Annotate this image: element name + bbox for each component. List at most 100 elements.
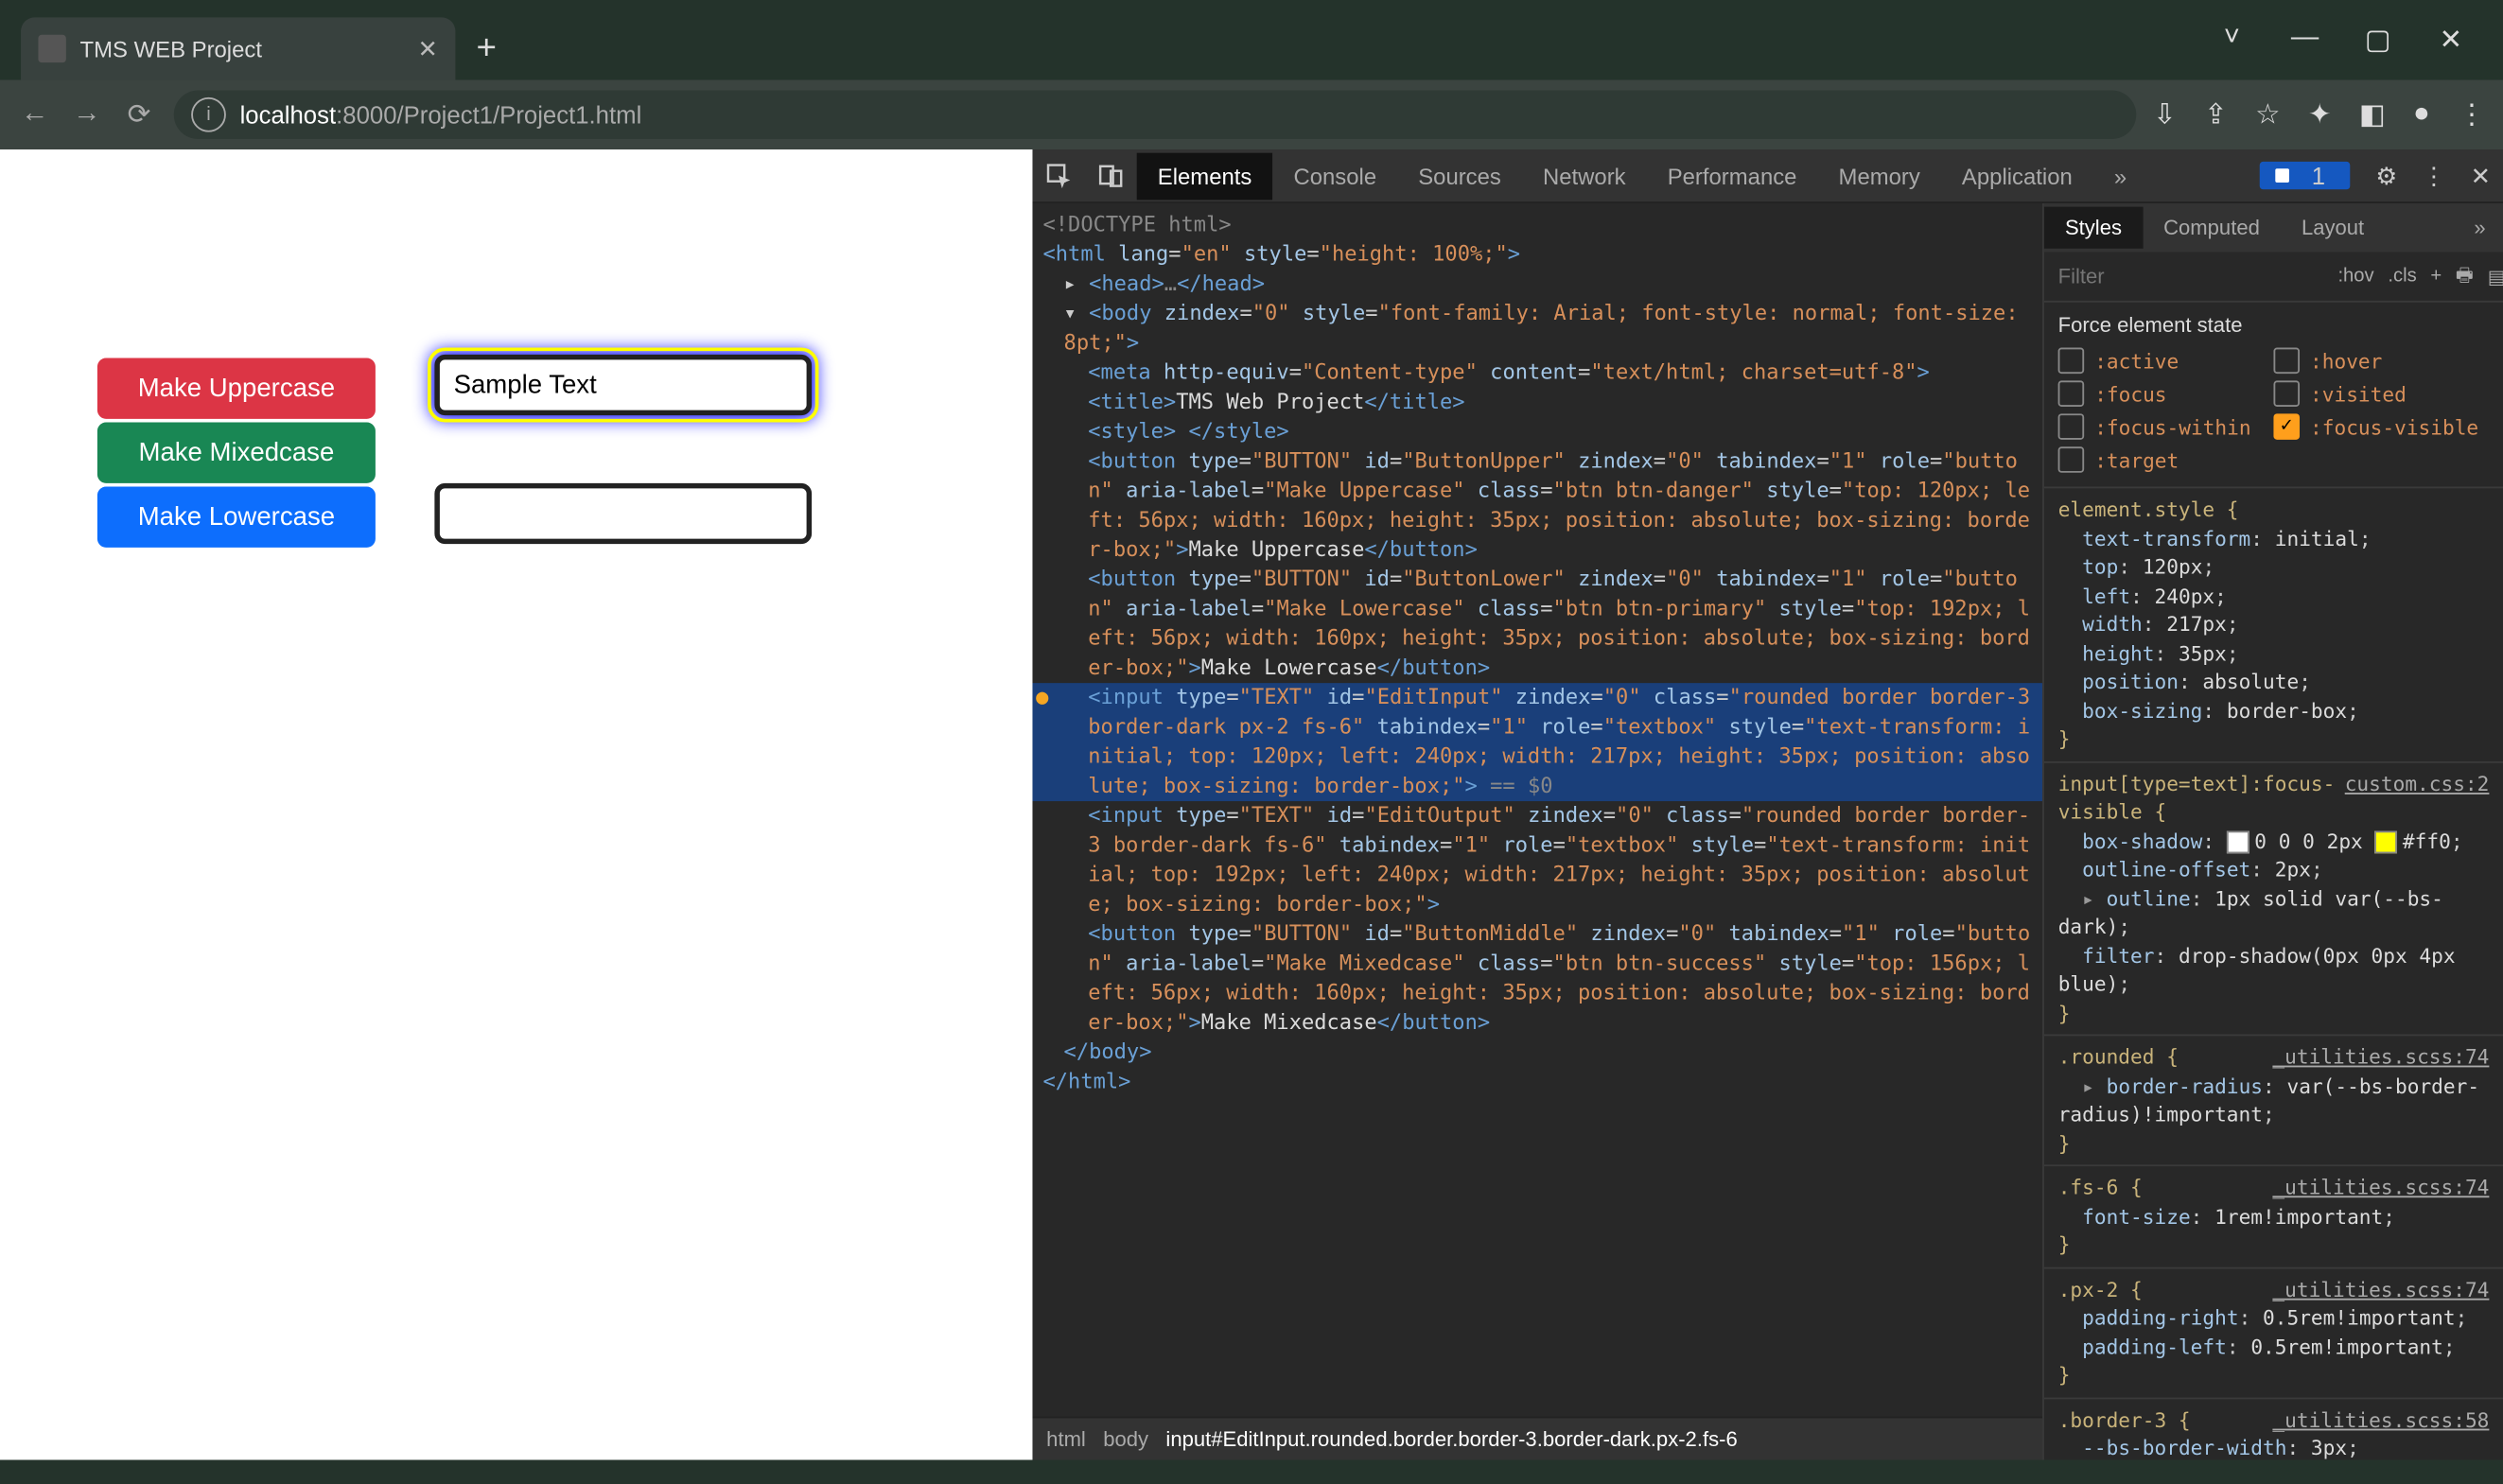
styles-tab-computed[interactable]: Computed <box>2143 207 2281 249</box>
styles-tab-layout[interactable]: Layout <box>2281 207 2385 249</box>
css-rule-block[interactable]: _utilities.scss:74.rounded { border-radi… <box>2044 1036 2503 1166</box>
devtools-tab-more[interactable]: » <box>2093 152 2147 200</box>
dom-node[interactable]: <button type="BUTTON" id="ButtonLower" z… <box>1032 565 2042 683</box>
print-icon[interactable]: 🖶 <box>2456 260 2474 293</box>
favicon-icon <box>38 35 65 62</box>
css-rules[interactable]: element.style { text-transform: initial;… <box>2044 488 2503 1459</box>
pseudo-visited[interactable]: :visited <box>2273 377 2489 410</box>
edit-output-field[interactable] <box>434 483 812 544</box>
pseudo-focus-within[interactable]: :focus-within <box>2058 410 2274 444</box>
minimize-icon[interactable]: — <box>2281 23 2329 58</box>
dom-node[interactable]: <!DOCTYPE html> <box>1032 210 2042 239</box>
cls-chip[interactable]: .cls <box>2388 266 2416 287</box>
inspect-icon[interactable] <box>1032 161 1084 189</box>
dom-node[interactable]: <button type="BUTTON" id="ButtonUpper" z… <box>1032 446 2042 565</box>
css-rule-block[interactable]: _utilities.scss:58.border-3 { --bs-borde… <box>2044 1398 2503 1459</box>
checkbox-icon[interactable] <box>2058 446 2085 473</box>
css-rule-block[interactable]: element.style { text-transform: initial;… <box>2044 488 2503 761</box>
window-controls: ˅ — ▢ ✕ <box>2208 23 2503 58</box>
checkbox-icon[interactable] <box>2058 348 2085 375</box>
dom-node[interactable]: ▸ <head>…</head> <box>1032 270 2042 299</box>
devtools-tab-console[interactable]: Console <box>1272 152 1397 200</box>
css-rule-block[interactable]: _utilities.scss:74.fs-6 { font-size: 1re… <box>2044 1166 2503 1267</box>
rendered-page: Make Uppercase Make Mixedcase Make Lower… <box>0 149 1032 1459</box>
browser-tab[interactable]: TMS WEB Project ✕ <box>21 17 455 79</box>
devtools-tab-network[interactable]: Network <box>1522 152 1647 200</box>
checkbox-icon[interactable] <box>2058 380 2085 407</box>
styles-filter-row: :hov .cls + 🖶 ▤ <box>2044 252 2503 302</box>
url-host: localhost <box>240 101 337 129</box>
install-icon[interactable]: ⇩ <box>2153 97 2177 132</box>
maximize-icon[interactable]: ▢ <box>2354 23 2402 58</box>
edit-input-field[interactable] <box>434 355 812 415</box>
dom-node[interactable]: <input type="TEXT" id="EditOutput" zinde… <box>1032 801 2042 919</box>
site-info-icon[interactable]: i <box>191 97 226 132</box>
browser-titlebar: TMS WEB Project ✕ + ˅ — ▢ ✕ <box>0 0 2503 80</box>
sidepanel-icon[interactable]: ◧ <box>2359 97 2386 132</box>
dom-node[interactable]: <html lang="en" style="height: 100%;"> <box>1032 240 2042 270</box>
devtools-menu-icon[interactable]: ⋮ <box>2409 161 2458 190</box>
pseudo-active[interactable]: :active <box>2058 344 2274 377</box>
devtools-tab-memory[interactable]: Memory <box>1818 152 1941 200</box>
reload-button[interactable]: ⟳ <box>122 97 157 132</box>
device-toggle-icon[interactable] <box>1085 161 1137 189</box>
dom-breadcrumb[interactable]: html body input#EditInput.rounded.border… <box>1032 1417 2042 1460</box>
newrule-chip[interactable]: + <box>2430 266 2442 287</box>
force-state-header: Force element state <box>2058 313 2490 338</box>
css-rule-block[interactable]: _utilities.scss:74.px-2 { padding-right:… <box>2044 1267 2503 1398</box>
dom-node[interactable]: <style> </style> <box>1032 417 2042 446</box>
bookmark-icon[interactable]: ☆ <box>2255 97 2280 132</box>
styles-panel: StylesComputedLayout » :hov .cls + 🖶 ▤ F… <box>2042 203 2503 1460</box>
styles-tabs: StylesComputedLayout » <box>2044 203 2503 252</box>
profile-icon[interactable]: ● <box>2413 99 2430 131</box>
dom-node[interactable]: ▾ <body zindex="0" style="font-family: A… <box>1032 299 2042 358</box>
devtools-tab-sources[interactable]: Sources <box>1397 152 1522 200</box>
dom-node[interactable]: <title>TMS Web Project</title> <box>1032 388 2042 417</box>
checkbox-icon[interactable] <box>2058 413 2085 440</box>
dom-node[interactable]: <button type="BUTTON" id="ButtonMiddle" … <box>1032 919 2042 1038</box>
share-icon[interactable]: ⇪ <box>2204 97 2228 132</box>
back-button[interactable]: ← <box>17 99 52 131</box>
tab-title: TMS WEB Project <box>80 36 262 62</box>
devtools-tab-application[interactable]: Application <box>1941 152 2093 200</box>
close-window-icon[interactable]: ✕ <box>2426 23 2475 58</box>
checkbox-icon[interactable]: ✓ <box>2273 413 2300 440</box>
dom-node[interactable]: </body> <box>1032 1038 2042 1067</box>
pseudo-target[interactable]: :target <box>2058 444 2274 477</box>
styles-filter-input[interactable] <box>2055 262 2331 289</box>
devtools-tabs: ElementsConsoleSourcesNetworkPerformance… <box>1032 149 2503 203</box>
pseudo-hover[interactable]: :hover <box>2273 344 2489 377</box>
devtools-tab-elements[interactable]: Elements <box>1137 152 1273 200</box>
hov-chip[interactable]: :hov <box>2337 266 2373 287</box>
browser-toolbar: ← → ⟳ i localhost:8000/Project1/Project1… <box>0 80 2503 149</box>
forward-button[interactable]: → <box>70 99 105 131</box>
computed-toggle-icon[interactable]: ▤ <box>2488 265 2503 288</box>
make-lowercase-button[interactable]: Make Lowercase <box>97 487 376 548</box>
dom-node[interactable]: <meta http-equiv="Content-type" content=… <box>1032 358 2042 388</box>
make-uppercase-button[interactable]: Make Uppercase <box>97 358 376 419</box>
close-tab-icon[interactable]: ✕ <box>417 34 438 63</box>
force-element-state: Force element state :active:hover:focus:… <box>2044 303 2503 489</box>
new-tab-button[interactable]: + <box>476 28 496 68</box>
devtools-tab-performance[interactable]: Performance <box>1647 152 1818 200</box>
dom-node[interactable]: <input type="TEXT" id="EditInput" zindex… <box>1032 683 2042 801</box>
extensions-icon[interactable]: ✦ <box>2308 97 2332 132</box>
devtools-panel: ElementsConsoleSourcesNetworkPerformance… <box>1032 149 2503 1459</box>
address-bar[interactable]: i localhost:8000/Project1/Project1.html <box>174 91 2136 139</box>
dropdown-icon[interactable]: ˅ <box>2208 23 2256 58</box>
checkbox-icon[interactable] <box>2273 348 2300 375</box>
css-rule-block[interactable]: custom.css:2input[type=text]:focus-visib… <box>2044 762 2503 1036</box>
styles-tabs-more[interactable]: » <box>2457 216 2503 240</box>
url-path: :8000/Project1/Project1.html <box>336 101 641 129</box>
issues-badge[interactable]: 1 <box>2260 162 2350 189</box>
make-mixedcase-button[interactable]: Make Mixedcase <box>97 423 376 483</box>
pseudo-focus-visible[interactable]: ✓:focus-visible <box>2273 410 2489 444</box>
checkbox-icon[interactable] <box>2273 380 2300 407</box>
devtools-settings-icon[interactable]: ⚙ <box>2363 161 2409 190</box>
styles-tab-styles[interactable]: Styles <box>2044 207 2143 249</box>
elements-tree[interactable]: <!DOCTYPE html><html lang="en" style="he… <box>1032 203 2042 1417</box>
dom-node[interactable]: </html> <box>1032 1067 2042 1096</box>
menu-icon[interactable]: ⋮ <box>2458 97 2485 132</box>
pseudo-focus[interactable]: :focus <box>2058 377 2274 410</box>
devtools-close-icon[interactable]: ✕ <box>2459 161 2503 190</box>
